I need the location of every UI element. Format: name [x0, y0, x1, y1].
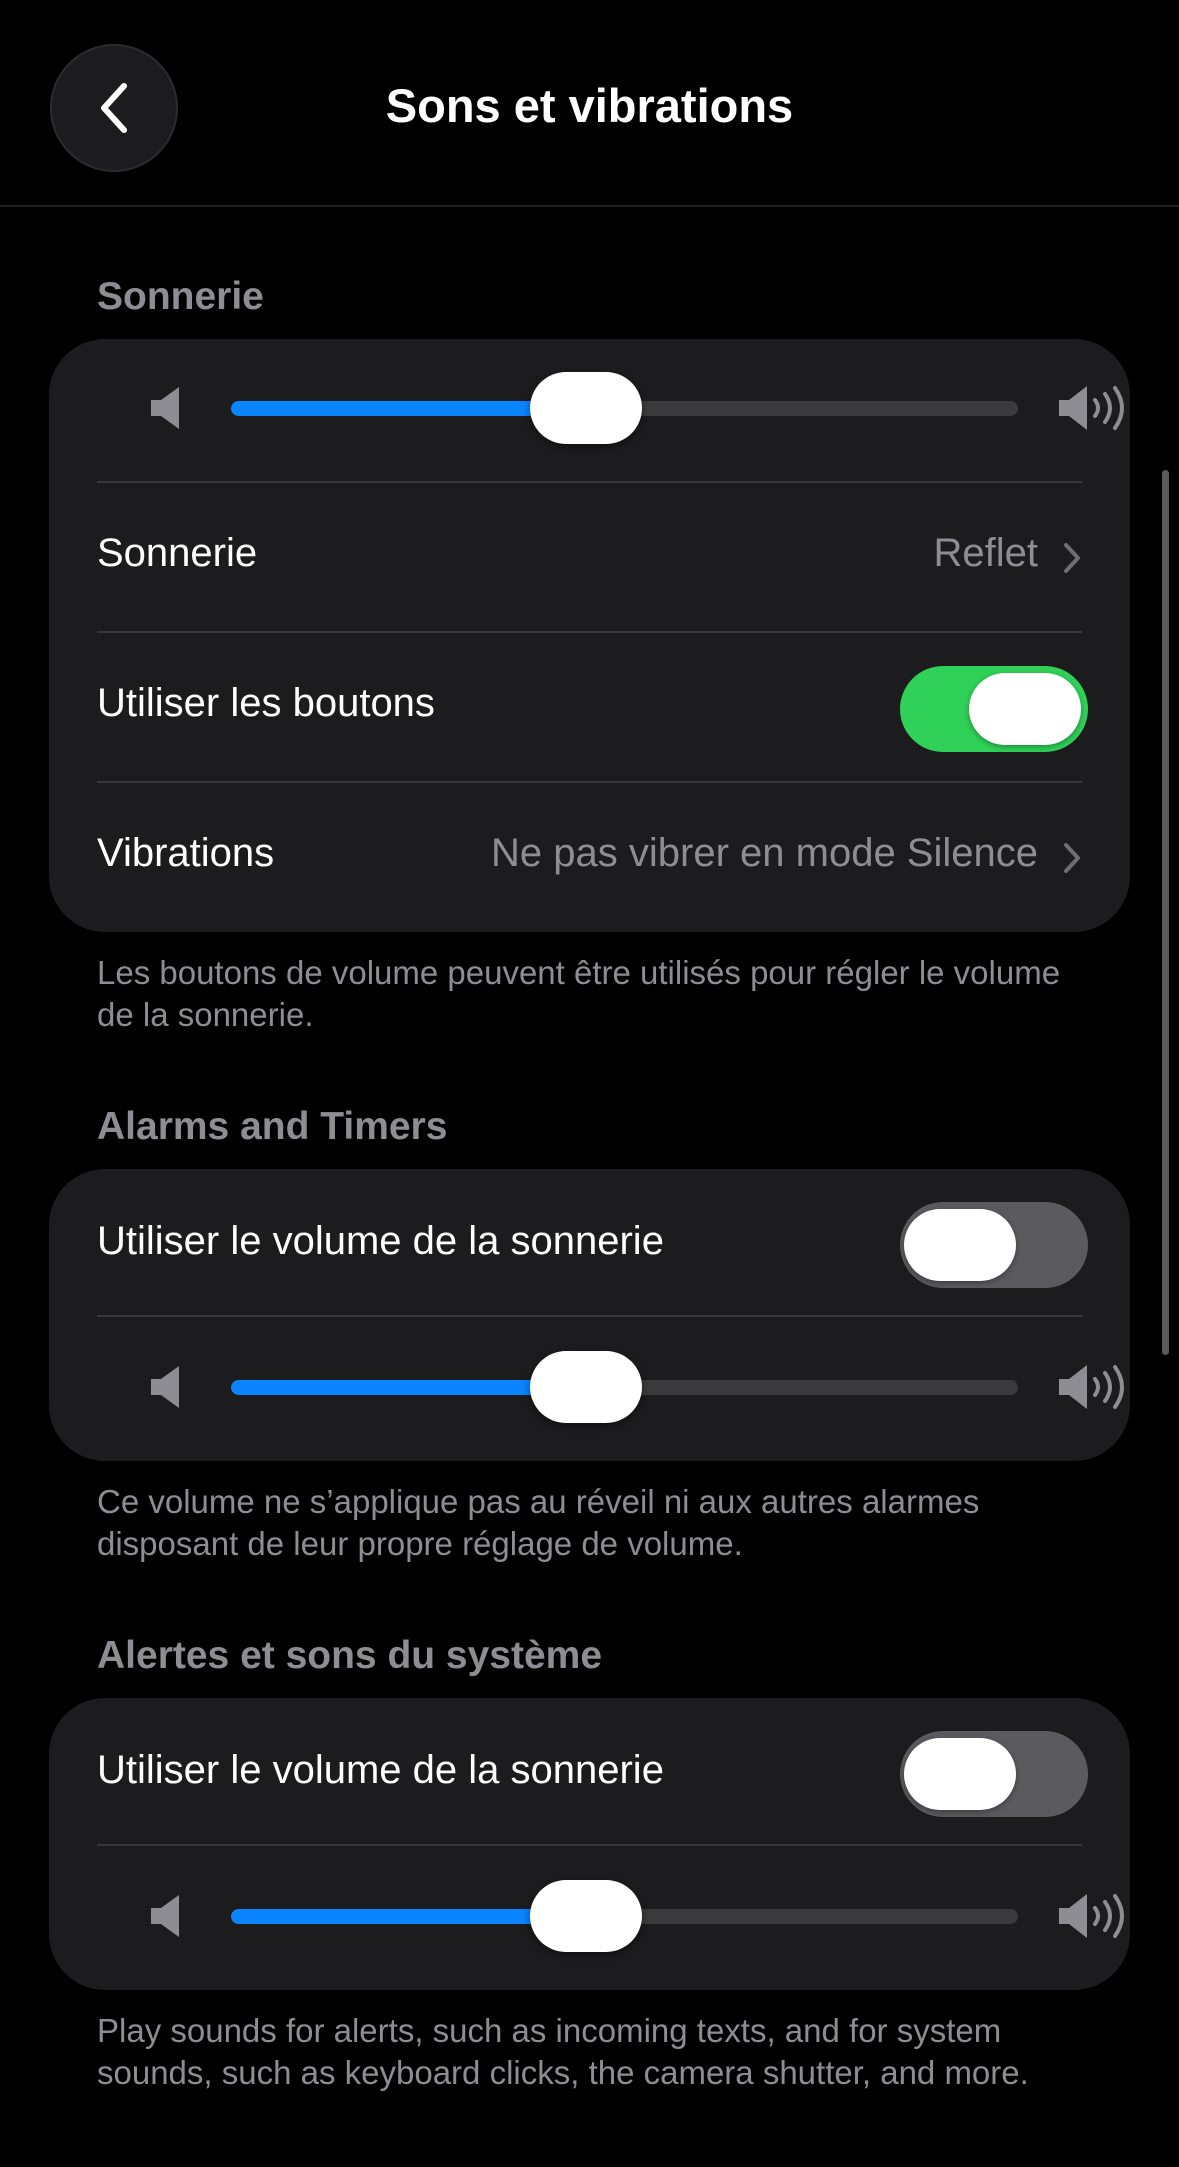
system-card: Utiliser le volume de la sonnerie — [49, 1698, 1130, 1990]
system-use-ringer-label: Utiliser le volume de la sonnerie — [97, 1748, 664, 1792]
system-volume-slider[interactable] — [101, 1875, 1124, 1955]
ringer-card: Sonnerie Reflet Utiliser les boutons Vib… — [49, 339, 1130, 932]
speaker-high-icon — [1059, 1894, 1124, 1938]
section-label-alarms: Alarms and Timers — [97, 1105, 448, 1148]
chevron-right-icon — [1064, 843, 1080, 873]
ringtone-value: Reflet — [933, 531, 1039, 575]
speaker-high-icon — [1059, 386, 1124, 430]
alarms-use-ringer-toggle[interactable] — [900, 1202, 1088, 1288]
ringer-volume-slider[interactable] — [101, 367, 1124, 447]
divider — [97, 1844, 1082, 1846]
ringer-footer: Les boutons de volume peuvent être utili… — [97, 954, 1061, 1033]
slider-thumb[interactable] — [530, 1880, 643, 1952]
toggle-knob — [904, 1738, 1016, 1810]
section-label-ringer: Sonnerie — [97, 275, 264, 318]
page-title: Sons et vibrations — [385, 79, 794, 132]
nav-header: Sons et vibrations — [0, 0, 1179, 207]
slider-thumb[interactable] — [530, 1351, 643, 1423]
alarms-card: Utiliser le volume de la sonnerie — [49, 1169, 1130, 1461]
scrollbar[interactable] — [1162, 470, 1169, 1355]
divider — [97, 481, 1082, 483]
ringtone-label: Sonnerie — [97, 531, 258, 575]
alarms-footer: Ce volume ne s’applique pas au réveil ni… — [97, 1483, 980, 1562]
system-footer: Play sounds for alerts, such as incoming… — [97, 2012, 1029, 2091]
divider — [97, 631, 1082, 633]
chevron-right-icon — [1064, 543, 1080, 573]
speaker-low-icon — [151, 1366, 179, 1408]
use-buttons-toggle[interactable] — [900, 666, 1088, 752]
vibrations-value: Ne pas vibrer en mode Silence — [491, 831, 1038, 875]
vibrations-row[interactable]: Vibrations Ne pas vibrer en mode Silence — [97, 831, 1082, 901]
use-buttons-label: Utiliser les boutons — [97, 681, 435, 725]
alarms-volume-slider[interactable] — [101, 1346, 1124, 1426]
system-use-ringer-toggle[interactable] — [900, 1731, 1088, 1817]
toggle-knob — [904, 1209, 1016, 1281]
vibrations-label: Vibrations — [97, 831, 275, 875]
toggle-knob — [969, 673, 1081, 745]
section-label-system: Alertes et sons du système — [97, 1634, 603, 1677]
speaker-high-icon — [1059, 1365, 1124, 1409]
divider — [97, 1315, 1082, 1317]
speaker-low-icon — [151, 387, 179, 429]
slider-thumb[interactable] — [530, 372, 643, 444]
divider — [97, 781, 1082, 783]
alarms-use-ringer-label: Utiliser le volume de la sonnerie — [97, 1219, 664, 1263]
ringtone-row[interactable]: Sonnerie Reflet — [97, 531, 1082, 601]
speaker-low-icon — [151, 1895, 179, 1937]
